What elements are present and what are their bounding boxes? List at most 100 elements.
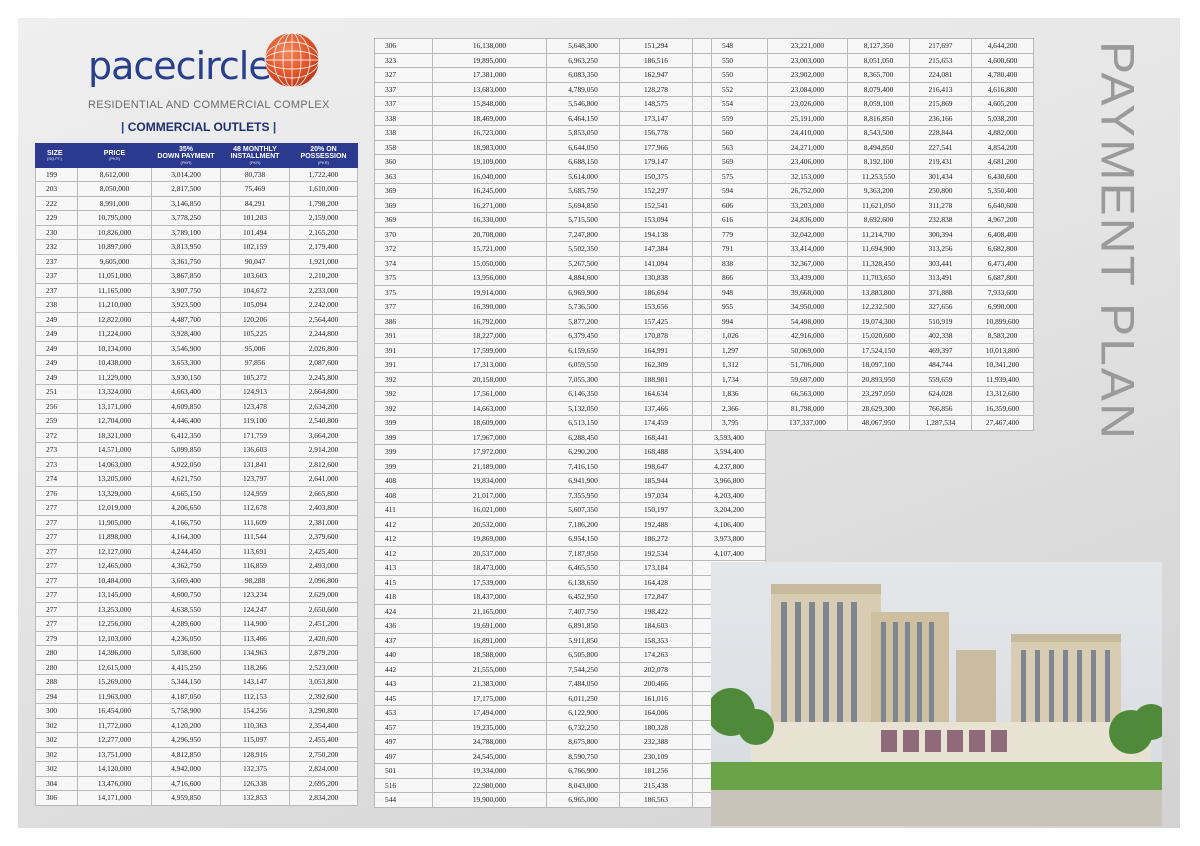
price-cell: 59,697,000 — [767, 371, 848, 387]
price-cell: 16,723,000 — [432, 125, 547, 141]
price-cell: 12,615,000 — [77, 659, 152, 676]
monthly-installment-cell: 311,278 — [909, 197, 972, 213]
price-cell: 17,599,000 — [432, 342, 547, 358]
table-row: 39118,227,0006,379,450170,8783,645,400 — [374, 328, 766, 344]
down-payment-cell: 19,074,300 — [847, 313, 910, 329]
down-payment-cell: 4,120,200 — [151, 717, 221, 734]
payment-plan-title: PAYMENT PLAN — [1092, 41, 1142, 441]
table-row: 294 11,963,000 4,187,050 112,153 2,392,600 — [35, 688, 358, 705]
possession-cell: 13,312,600 — [971, 386, 1034, 402]
possession-cell: 3,053,800 — [289, 674, 358, 690]
price-cell: 16,454,000 — [77, 703, 152, 719]
down-payment-cell: 8,816,850 — [847, 110, 910, 126]
table-row: 39117,599,0006,159,650164,9913,519,800 — [374, 342, 766, 358]
down-payment-cell: 28,629,300 — [847, 400, 910, 416]
down-payment-cell: 4,289,600 — [151, 616, 221, 632]
tagline: RESIDENTIAL AND COMMERCIAL COMPLEX — [88, 99, 330, 111]
monthly-installment-cell: 128,916 — [220, 746, 290, 763]
possession-cell: 2,812,600 — [289, 456, 358, 473]
table-row: 273 14,063,000 4,922,050 131,841 2,812,600 — [35, 456, 358, 473]
size-cell: 249 — [35, 369, 78, 386]
price-cell: 15,269,000 — [77, 674, 152, 690]
monthly-installment-cell: 158,353 — [619, 632, 693, 648]
table-row: 229 10,795,000 3,778,250 101,203 2,159,000 — [35, 210, 358, 226]
price-cell: 14,063,000 — [77, 456, 152, 473]
monthly-installment-cell: 111,544 — [220, 529, 290, 545]
possession-cell: 4,600,600 — [971, 52, 1034, 68]
price-cell: 13,324,000 — [77, 384, 152, 400]
price-cell: 32,153,000 — [767, 168, 848, 184]
size-cell: 277 — [35, 572, 78, 589]
globe-icon — [264, 32, 320, 88]
monthly-installment-cell: 150,375 — [619, 168, 693, 184]
possession-cell: 2,381,000 — [289, 514, 358, 531]
monthly-installment-cell: 1,287,534 — [909, 415, 972, 431]
monthly-installment-cell: 152,297 — [619, 183, 693, 199]
monthly-installment-cell: 137,466 — [619, 400, 693, 416]
down-payment-cell: 7,055,300 — [546, 371, 620, 387]
possession-cell: 6,682,800 — [971, 241, 1034, 257]
table-row: 548 23,221,000 8,127,350 217,697 4,644,200 — [711, 38, 1034, 54]
table-row: 399 21,189,000 7,416,150 198,647 4,237,800 — [374, 458, 766, 474]
possession-cell: 1,798,200 — [289, 195, 358, 212]
monthly-installment-cell: 105,094 — [220, 297, 290, 313]
down-payment-cell: 3,146,850 — [151, 195, 221, 212]
monthly-installment-cell: 164,991 — [619, 342, 693, 358]
price-cell: 137,337,000 — [767, 415, 848, 431]
down-payment-cell: 4,446,400 — [151, 413, 221, 429]
size-cell: 277 — [35, 543, 78, 560]
table-row: 955 34,950,000 12,232,500 327,656 6,990,000 — [711, 299, 1034, 315]
down-payment-cell: 5,614,000 — [546, 168, 620, 184]
table-row: 33816,723,0005,853,050156,7783,344,600 — [374, 125, 766, 141]
size-cell: 306 — [35, 790, 78, 806]
table-row: 277 13,253,000 4,638,550 124,247 2,650,600 — [35, 601, 358, 618]
down-payment-cell: 6,452,950 — [546, 589, 620, 605]
price-cell: 33,414,000 — [767, 241, 848, 257]
size-cell: 203 — [35, 181, 78, 197]
possession-cell: 3,973,800 — [692, 531, 766, 547]
table-row: 560 24,410,000 8,543,500 228,844 4,882,000 — [711, 125, 1034, 141]
size-cell: 274 — [35, 471, 78, 487]
size-cell: 249 — [35, 326, 78, 342]
price-cell: 34,950,000 — [767, 299, 848, 315]
possession-cell: 6,408,400 — [971, 226, 1034, 242]
size-cell: 337 — [374, 96, 433, 112]
header-size: SIZE (SQ.FT.) — [35, 143, 78, 168]
table-row: 49724,545,0008,590,750230,1094,909,000 — [374, 748, 766, 764]
price-cell: 14,571,000 — [77, 442, 152, 458]
down-payment-cell: 2,817,500 — [151, 181, 221, 197]
possession-cell: 3,664,200 — [289, 427, 358, 444]
monthly-installment-cell: 186,272 — [619, 531, 693, 547]
table-row: 412 19,869,000 6,954,150 186,272 3,973,800 — [374, 531, 766, 547]
price-cell: 8,991,000 — [77, 195, 152, 212]
price-cell: 25,191,000 — [767, 110, 848, 126]
size-cell: 399 — [374, 444, 433, 460]
price-table-1: SIZE (SQ.FT.) PRICE (PKR) 35% DOWN PAYMENT(… — [35, 143, 358, 806]
table-row: 39918,609,0006,513,150174,4593,721,800 — [374, 415, 766, 431]
price-cell: 11,165,000 — [77, 282, 152, 299]
table-row: 36019,109,0006,688,150179,1473,821,800 — [374, 154, 766, 170]
size-cell: 391 — [374, 328, 433, 344]
down-payment-cell: 4,362,750 — [151, 558, 221, 574]
monthly-installment-cell: 327,656 — [909, 299, 972, 315]
down-payment-cell: 6,011,250 — [546, 690, 620, 706]
price-cell: 8,612,000 — [77, 166, 152, 183]
size-cell: 411 — [374, 502, 433, 518]
size-cell: 375 — [374, 284, 433, 300]
down-payment-cell: 11,253,550 — [847, 168, 910, 184]
table-row: 41318,473,0006,465,550173,1843,694,600 — [374, 560, 766, 576]
price-cell: 21,555,000 — [432, 661, 547, 677]
possession-cell: 3,593,400 — [692, 429, 766, 445]
table-row: 199 8,612,000 3,014,200 80,738 1,722,400 — [35, 166, 358, 183]
size-cell: 563 — [711, 139, 768, 155]
price-cell: 16,021,000 — [432, 502, 547, 518]
size-cell: 338 — [374, 125, 433, 141]
possession-cell: 5,350,400 — [971, 183, 1034, 199]
size-cell: 375 — [374, 270, 433, 286]
monthly-installment-cell: 152,541 — [619, 197, 693, 213]
price-cell: 10,795,000 — [77, 210, 152, 226]
monthly-installment-cell: 97,856 — [220, 355, 290, 371]
table-row: 277 12,256,000 4,289,600 114,900 2,451,200 — [35, 616, 358, 632]
down-payment-cell: 5,685,750 — [546, 183, 620, 199]
size-cell: 369 — [374, 183, 433, 199]
